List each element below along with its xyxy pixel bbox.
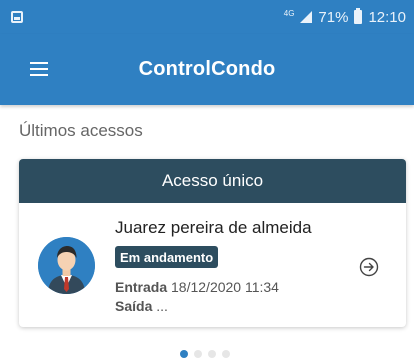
person-avatar-icon bbox=[38, 237, 95, 294]
status-right: 4G 71% 12:10 bbox=[283, 8, 406, 26]
pager-dot-2[interactable] bbox=[194, 350, 202, 358]
sim-card-icon bbox=[11, 11, 23, 23]
section-title: Últimos acessos bbox=[19, 121, 143, 140]
battery-icon bbox=[354, 8, 363, 24]
pager-dot-3[interactable] bbox=[208, 350, 216, 358]
card-header: Acesso único bbox=[19, 159, 406, 203]
app-bar: ControlCondo bbox=[0, 34, 414, 105]
entry-line: Entrada 18/12/2020 11:34 bbox=[115, 279, 279, 295]
battery-percent: 71% bbox=[318, 8, 349, 26]
access-card[interactable]: Acesso único Juarez pereira de almeida E… bbox=[19, 159, 406, 327]
entry-label: Entrada bbox=[115, 279, 168, 295]
arrow-right-circle-icon[interactable] bbox=[359, 257, 379, 277]
status-left bbox=[11, 11, 23, 23]
pager-dot-4[interactable] bbox=[222, 350, 230, 358]
network-type: 4G bbox=[283, 9, 295, 18]
exit-line: Saída ... bbox=[115, 298, 168, 314]
pager-dots bbox=[180, 350, 230, 358]
status-bar: 4G 71% 12:10 bbox=[0, 0, 414, 34]
clock: 12:10 bbox=[368, 8, 406, 26]
person-name: Juarez pereira de almeida bbox=[115, 218, 312, 237]
signal-icon bbox=[300, 11, 313, 23]
hamburger-menu-icon[interactable] bbox=[30, 62, 48, 76]
status-badge: Em andamento bbox=[115, 246, 219, 268]
card-body: Juarez pereira de almeida Em andamento E… bbox=[19, 203, 406, 327]
entry-value: 18/12/2020 11:34 bbox=[171, 279, 279, 295]
app-title: ControlCondo bbox=[138, 58, 276, 80]
pager-dot-1[interactable] bbox=[180, 350, 188, 358]
exit-label: Saída bbox=[115, 298, 153, 314]
exit-value: ... bbox=[156, 298, 168, 314]
